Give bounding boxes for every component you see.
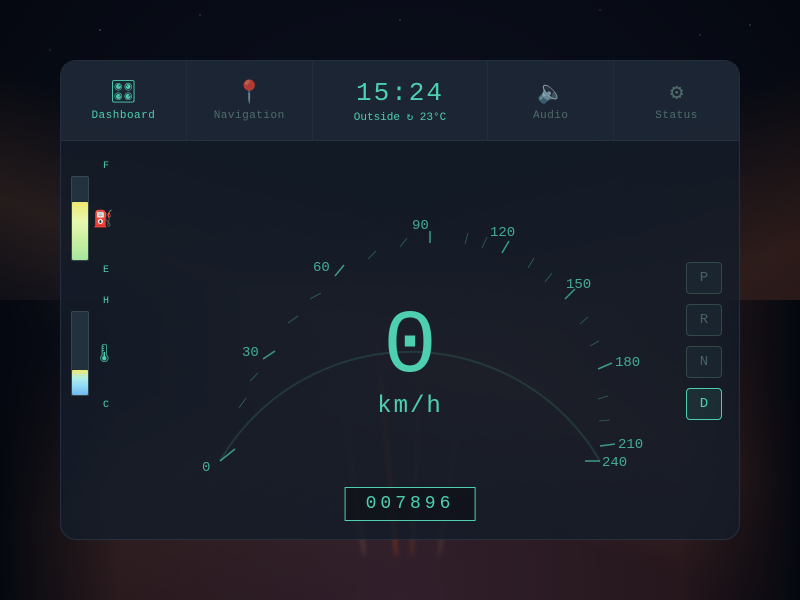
svg-text:30: 30	[242, 345, 259, 361]
temp-top-label: H	[71, 296, 141, 307]
clock-time: 15:24	[356, 78, 444, 108]
speed-value: 0	[377, 303, 443, 393]
temp-icon: 🌡	[93, 343, 116, 365]
nav-label-audio: Audio	[533, 110, 569, 122]
weather-info: Outside ↻ 23°C	[354, 110, 446, 124]
speedometer-area: 0 30 60 90 120 150 180	[151, 141, 669, 540]
odometer-display: 007896	[345, 487, 476, 521]
audio-icon: 🔈	[537, 80, 564, 106]
dashboard-icon: 🎛	[109, 80, 137, 106]
temp-bottom-label: C	[71, 400, 141, 411]
temp-bar	[71, 311, 89, 396]
navigation-icon: 📍	[236, 80, 263, 106]
svg-text:240: 240	[602, 455, 627, 471]
content-area: F ⛽ E H 🌡 C	[61, 141, 739, 540]
gear-P[interactable]: P	[686, 262, 722, 294]
nav-item-clock: 15:24 Outside ↻ 23°C	[313, 61, 489, 140]
nav-item-dashboard[interactable]: 🎛 Dashboard	[61, 61, 187, 140]
svg-text:150: 150	[566, 277, 591, 293]
svg-text:180: 180	[615, 355, 640, 371]
nav-bar: 🎛 Dashboard 📍 Navigation 15:24 Outside ↻…	[61, 61, 739, 141]
gear-R[interactable]: R	[686, 304, 722, 336]
fuel-icon: ⛽	[93, 209, 113, 229]
fuel-bar	[71, 176, 89, 261]
svg-text:0: 0	[202, 460, 210, 476]
fuel-fill	[72, 202, 88, 260]
fuel-top-label: F	[71, 161, 141, 172]
temp-gauge-group: H 🌡 C	[71, 296, 141, 411]
fuel-gauge-group: F ⛽ E	[71, 161, 141, 276]
speed-unit: km/h	[377, 393, 443, 420]
fuel-bottom-label: E	[71, 265, 141, 276]
fuel-bar-container: ⛽	[71, 176, 141, 261]
left-gauges: F ⛽ E H 🌡 C	[61, 141, 151, 540]
status-icon: ⚙	[670, 80, 683, 106]
svg-text:120: 120	[490, 225, 515, 241]
gear-selector: P R N D	[669, 141, 739, 540]
gear-D[interactable]: D	[686, 388, 722, 420]
nav-label-dashboard: Dashboard	[91, 110, 155, 122]
speed-display: 0 km/h	[377, 303, 443, 420]
dashboard-card: 🎛 Dashboard 📍 Navigation 15:24 Outside ↻…	[60, 60, 740, 540]
svg-text:60: 60	[313, 260, 330, 276]
nav-item-audio[interactable]: 🔈 Audio	[488, 61, 614, 140]
nav-item-navigation[interactable]: 📍 Navigation	[187, 61, 313, 140]
temp-fill	[72, 370, 88, 395]
nav-item-status[interactable]: ⚙ Status	[614, 61, 739, 140]
gear-N[interactable]: N	[686, 346, 722, 378]
svg-text:210: 210	[618, 437, 643, 453]
nav-label-status: Status	[655, 110, 698, 122]
temp-bar-container: 🌡	[71, 311, 141, 396]
svg-text:90: 90	[412, 218, 429, 234]
nav-label-navigation: Navigation	[214, 110, 285, 122]
